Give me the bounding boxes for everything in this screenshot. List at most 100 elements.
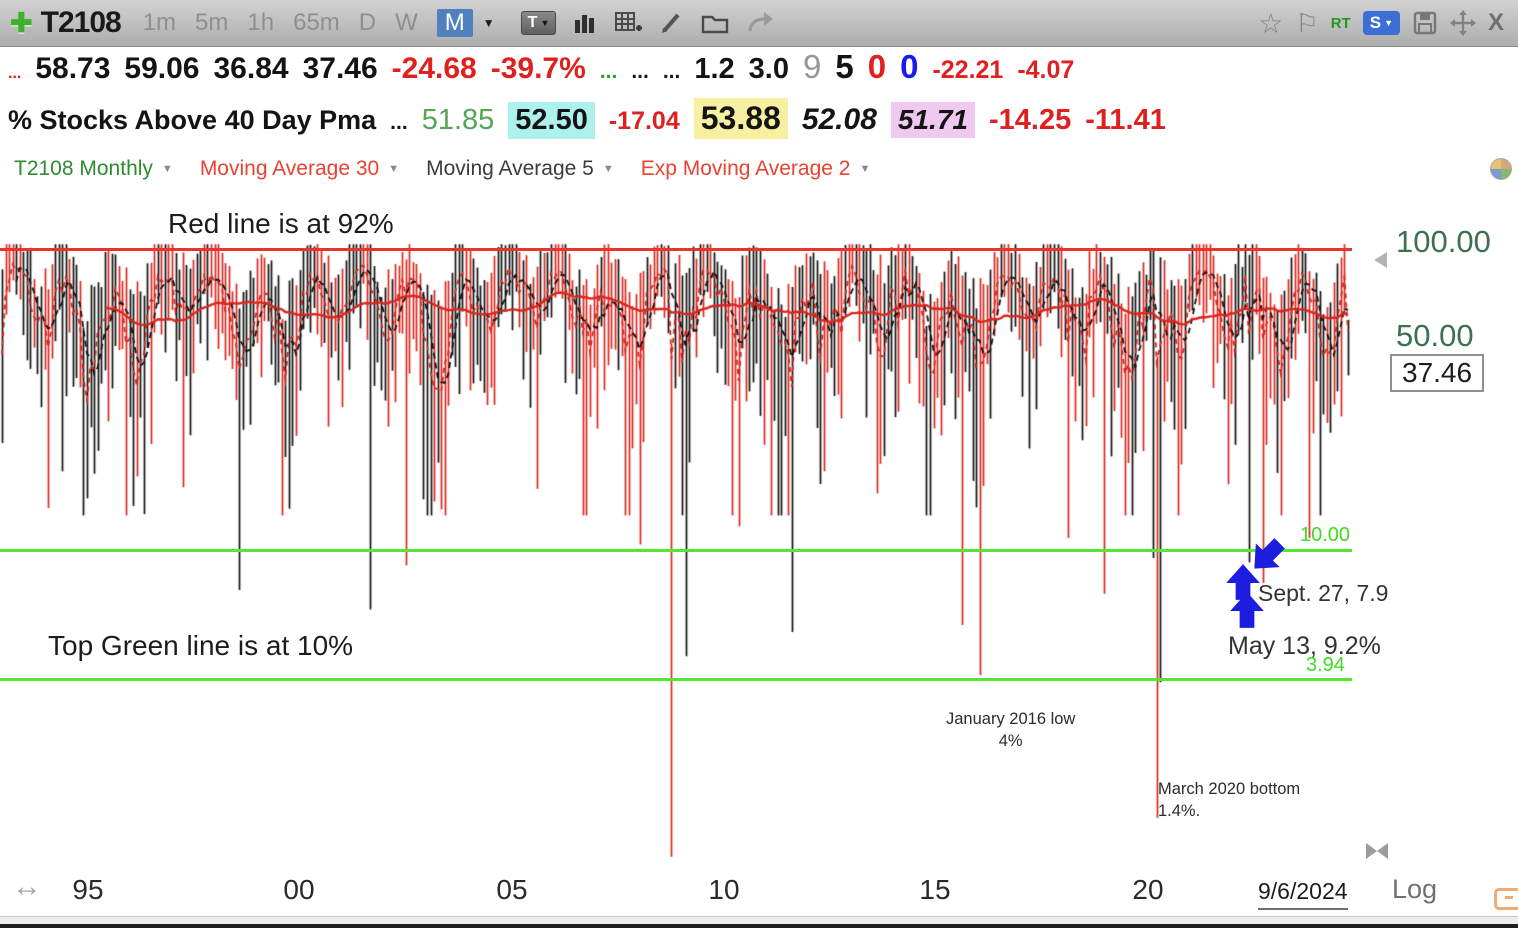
chevron-down-icon[interactable]: ▼: [388, 163, 399, 175]
folder-button[interactable]: [700, 10, 730, 36]
realtime-badge: RT: [1330, 14, 1351, 32]
volume-bars-button[interactable]: [572, 10, 598, 36]
save-button[interactable]: [1412, 10, 1438, 36]
timeframe-dropdown-caret[interactable]: ▼: [483, 16, 495, 30]
indicator-value: 51.71: [890, 102, 975, 138]
chart-style-label: T: [527, 14, 538, 31]
legend-item-t2108-monthly[interactable]: T2108 Monthly: [14, 157, 153, 181]
toolbar: ✚ T2108 1m 5m 1h 65m D W M ▼ T ▼ ☆ ⚐ RT …: [0, 0, 1518, 47]
summary-value: ...: [662, 60, 681, 83]
indicator-value: -11.41: [1085, 104, 1166, 136]
indicator-value: -17.04: [608, 107, 680, 135]
axis-marker-triangle: [1374, 252, 1387, 268]
summary-value: -39.7%: [490, 52, 586, 85]
x-tick-20: 20: [1132, 874, 1164, 905]
summary-value: -4.07: [1017, 56, 1075, 84]
floppy-disk-icon: [1413, 11, 1437, 35]
mar-2020-line2: 1.4%.: [1158, 802, 1201, 821]
snap-label: S: [1369, 13, 1382, 32]
jan-2016-annotation: January 2016 low 4%: [946, 708, 1075, 753]
chat-icon[interactable]: [1494, 888, 1518, 910]
chevron-down-icon: ▼: [1384, 18, 1393, 28]
close-button[interactable]: X: [1488, 9, 1504, 37]
timeframe-W[interactable]: W: [395, 9, 418, 37]
snap-button[interactable]: S ▼: [1362, 11, 1400, 35]
current-value-badge: 37.46: [1390, 354, 1485, 392]
x-tick-15: 15: [919, 874, 951, 905]
summary-value: ...: [8, 65, 22, 82]
chart-style-button[interactable]: T ▼: [520, 11, 557, 35]
summary-value: 36.84: [213, 52, 289, 85]
share-arrow-icon: [748, 12, 774, 32]
summary-value: 58.73: [35, 52, 111, 85]
may-low-annotation: May 13, 9.2%: [1228, 632, 1381, 660]
grid-plus-icon: [615, 12, 643, 31]
indicator-value: -14.25: [988, 104, 1072, 136]
indicator-values-row: % Stocks Above 40 Day Pma... 51.85 52.50 -1…: [0, 98, 1518, 147]
chevron-down-icon[interactable]: ▼: [859, 163, 870, 175]
move-window-button[interactable]: [1449, 10, 1476, 36]
legend-item-exp-moving-average-2[interactable]: Exp Moving Average 2: [641, 157, 851, 181]
summary-value: ...: [631, 60, 649, 83]
support-line-4[interactable]: [0, 678, 1352, 681]
summary-value: 37.46: [302, 52, 378, 85]
summary-value: 0: [867, 48, 887, 85]
summary-value: -22.21: [932, 56, 1004, 84]
axis-label-100: 100.00: [1396, 224, 1491, 259]
indicator-value: ...: [390, 111, 408, 134]
summary-value: 0: [900, 48, 919, 85]
support-line-10[interactable]: [0, 549, 1352, 552]
t2108-chart-window: ✚ T2108 1m 5m 1h 65m D W M ▼ T ▼ ☆ ⚐ RT …: [0, 0, 1518, 928]
chevron-down-icon[interactable]: ▼: [162, 163, 173, 175]
date-label[interactable]: 9/6/2024: [1258, 878, 1348, 910]
chart-area: Red line is at 92% Top Green line is at …: [0, 188, 1518, 862]
log-scale-toggle[interactable]: Log: [1392, 874, 1437, 905]
legend-item-moving-average-30[interactable]: Moving Average 30: [200, 157, 379, 181]
price-chart-canvas[interactable]: [0, 188, 1360, 862]
pan-horizontal-icon[interactable]: ↔: [12, 870, 42, 904]
summary-value: -24.68: [391, 52, 477, 85]
timeframe-65m[interactable]: 65m: [293, 9, 340, 37]
x-tick-05: 05: [496, 874, 528, 905]
summary-values-row: ... 58.73 59.06 36.84 37.46 -24.68 -39.7%.....…: [0, 48, 1518, 98]
flag-icon[interactable]: ⚐: [1295, 8, 1318, 39]
summary-value: 1.2: [694, 53, 735, 85]
timeframe-D[interactable]: D: [359, 9, 376, 37]
level-label-10: 10.00: [1300, 524, 1351, 546]
share-button[interactable]: [746, 10, 774, 36]
x-tick-00: 00: [283, 874, 315, 905]
favorite-star-icon[interactable]: ☆: [1258, 7, 1283, 40]
indicator-value: 52.50: [508, 102, 595, 139]
chevron-down-icon: ▼: [540, 18, 550, 28]
summary-value: ...: [599, 60, 618, 83]
timeframe-1m[interactable]: 1m: [143, 9, 176, 37]
axis-resize-handle[interactable]: [1366, 843, 1388, 859]
timeframe-5m[interactable]: 5m: [195, 9, 228, 37]
spreadsheet-add-button[interactable]: [614, 10, 643, 36]
indicator-value: 52.08: [801, 103, 877, 136]
blue-arrow-up-2: [1230, 592, 1264, 628]
resistance-line-92[interactable]: [0, 248, 1352, 251]
indicator-value: % Stocks Above 40 Day Pma: [8, 105, 377, 135]
add-symbol-icon[interactable]: ✚: [10, 8, 33, 39]
jan-2016-line2: 4%: [998, 732, 1023, 751]
mar-2020-line1: March 2020 bottom: [1158, 780, 1301, 798]
timeframe-1h[interactable]: 1h: [247, 9, 274, 37]
chevron-down-icon[interactable]: ▼: [603, 163, 614, 175]
jan-2016-line1: January 2016 low: [946, 710, 1076, 728]
move-arrows-icon: [1449, 10, 1476, 36]
axis-label-50: 50.00: [1396, 318, 1474, 353]
legend-item-moving-average-5[interactable]: Moving Average 5: [426, 157, 594, 181]
symbol-title[interactable]: T2108: [41, 6, 122, 40]
green-line-note: Top Green line is at 10%: [48, 630, 354, 661]
summary-value: 3.0: [748, 53, 789, 85]
globe-icon[interactable]: [1490, 158, 1512, 180]
folder-icon: [702, 15, 729, 34]
summary-value: 5: [835, 48, 854, 85]
draw-tool-button[interactable]: [658, 10, 684, 36]
sept-low-annotation: Sept. 27, 7.9: [1258, 580, 1389, 606]
toolbar-right-group: ☆ ⚐ RT S ▼ X: [1258, 7, 1510, 40]
bottom-strip: [0, 916, 1518, 928]
timeframe-M[interactable]: M: [436, 9, 473, 37]
indicator-value: 51.85: [421, 104, 495, 136]
